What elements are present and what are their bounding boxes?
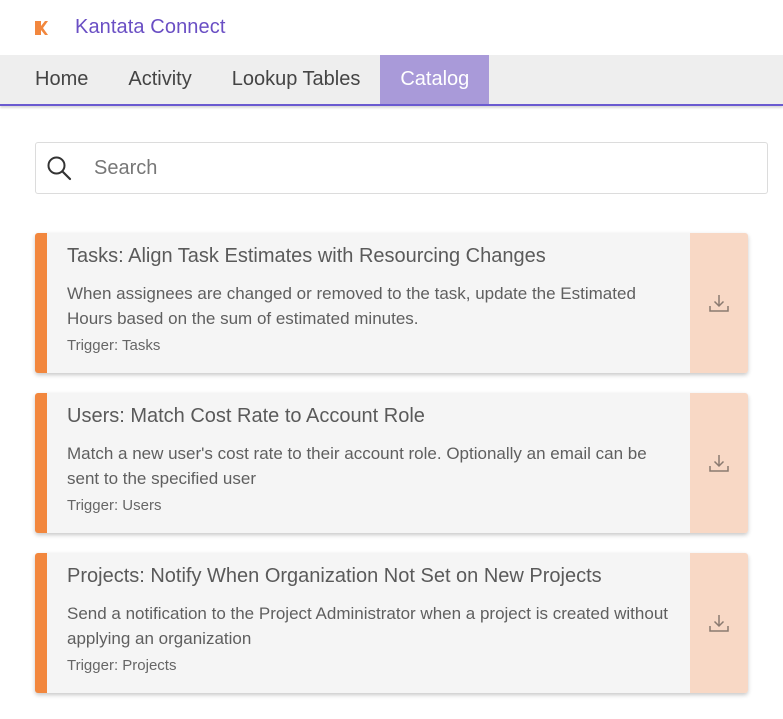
tab-lookup-tables[interactable]: Lookup Tables bbox=[212, 55, 381, 104]
catalog-item-body: Users: Match Cost Rate to Account Role M… bbox=[47, 393, 690, 533]
download-icon[interactable] bbox=[708, 612, 730, 634]
catalog-item-body: Tasks: Align Task Estimates with Resourc… bbox=[47, 233, 690, 373]
catalog-item-trigger: Trigger: Tasks bbox=[67, 337, 161, 354]
catalog-item[interactable]: Tasks: Align Task Estimates with Resourc… bbox=[35, 233, 748, 373]
catalog-item-body: Projects: Notify When Organization Not S… bbox=[47, 553, 690, 693]
download-icon[interactable] bbox=[708, 452, 730, 474]
download-icon[interactable] bbox=[708, 292, 730, 314]
catalog-item-trigger: Trigger: Users bbox=[67, 497, 162, 514]
kantata-logo-icon[interactable] bbox=[35, 20, 48, 35]
search-input[interactable] bbox=[94, 148, 767, 188]
search-bar bbox=[35, 142, 768, 194]
tab-activity[interactable]: Activity bbox=[108, 55, 211, 104]
app-title[interactable]: Kantata Connect bbox=[75, 16, 226, 39]
catalog-item-title: Users: Match Cost Rate to Account Role bbox=[67, 405, 425, 427]
tab-catalog[interactable]: Catalog bbox=[380, 55, 490, 104]
download-button[interactable] bbox=[690, 393, 748, 533]
main-nav: Home Activity Lookup Tables Catalog bbox=[0, 55, 783, 106]
search-icon[interactable] bbox=[46, 155, 72, 181]
app-header: Kantata Connect bbox=[0, 0, 783, 55]
catalog-item-title: Projects: Notify When Organization Not S… bbox=[67, 565, 602, 587]
catalog-item[interactable]: Projects: Notify When Organization Not S… bbox=[35, 553, 748, 693]
catalog-item-trigger: Trigger: Projects bbox=[67, 657, 177, 674]
download-button[interactable] bbox=[690, 233, 748, 373]
catalog-item-title: Tasks: Align Task Estimates with Resourc… bbox=[67, 245, 546, 267]
catalog-item-description: Send a notification to the Project Admin… bbox=[67, 604, 668, 648]
catalog-item-description: When assignees are changed or removed to… bbox=[67, 284, 636, 328]
tab-home[interactable]: Home bbox=[15, 55, 108, 104]
catalog-item-description: Match a new user's cost rate to their ac… bbox=[67, 444, 647, 488]
download-button[interactable] bbox=[690, 553, 748, 693]
catalog-item[interactable]: Users: Match Cost Rate to Account Role M… bbox=[35, 393, 748, 533]
